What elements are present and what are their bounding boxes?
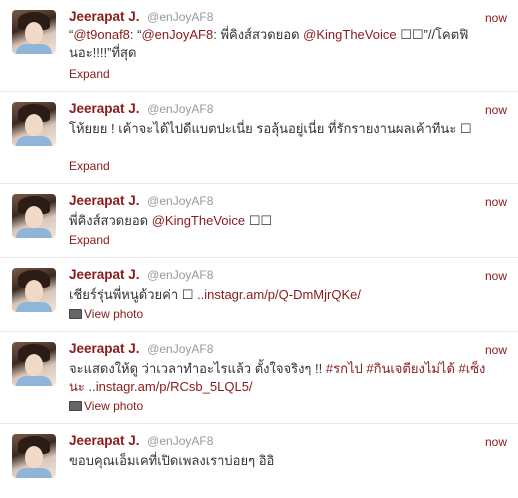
tweet-text: พี่คิงส์สวดยอด @KingTheVoice ☐☐: [69, 213, 273, 228]
author-name[interactable]: Jeerapat J.: [69, 341, 140, 356]
tweet-item[interactable]: Jeerapat J. @enJoyAF8 now เชียร์รุ่นพี่ห…: [0, 258, 518, 332]
author-name[interactable]: Jeerapat J.: [69, 101, 140, 116]
hashtag-link[interactable]: #กินเจตียงไม่ได้: [366, 361, 455, 376]
expand-link[interactable]: Expand: [69, 232, 110, 248]
tweet-timestamp[interactable]: now: [485, 11, 507, 25]
hashtag-link[interactable]: #รกไป: [326, 361, 363, 376]
tweet-text: จะแสดงให้ดู ว่าเวลาทำอะไรแล้ว ตั้งใจจริง…: [69, 361, 486, 394]
author-name[interactable]: Jeerapat J.: [69, 193, 140, 208]
author-name[interactable]: Jeerapat J.: [69, 433, 140, 448]
avatar[interactable]: [12, 342, 56, 386]
instagram-link[interactable]: ..instagr.am/p/Q-DmMjrQKe/: [197, 287, 361, 302]
tweet-timestamp[interactable]: now: [485, 195, 507, 209]
tweet-timestamp[interactable]: now: [485, 103, 507, 117]
tweet-text: ขอบคุณเอ็มเคที่เปิดเพลงเราบ่อยๆ อิอิ: [69, 453, 275, 468]
avatar[interactable]: [12, 102, 56, 146]
tweet-item[interactable]: Jeerapat J. @enJoyAF8 now “@t9onaf8: “@e…: [0, 0, 518, 92]
mention-link[interactable]: @KingTheVoice: [152, 213, 245, 228]
author-handle[interactable]: @enJoyAF8: [147, 102, 213, 116]
author-handle[interactable]: @enJoyAF8: [147, 342, 213, 356]
tweet-timestamp[interactable]: now: [485, 435, 507, 449]
expand-link[interactable]: Expand: [69, 66, 110, 82]
avatar[interactable]: [12, 194, 56, 238]
tweet-item[interactable]: Jeerapat J. @enJoyAF8 now พี่คิงส์สวดยอด…: [0, 184, 518, 258]
mention-link[interactable]: @KingTheVoice: [303, 27, 396, 42]
instagram-link[interactable]: ..instagr.am/p/RCsb_5LQL5/: [89, 379, 253, 394]
author-handle[interactable]: @enJoyAF8: [147, 434, 213, 448]
author-handle[interactable]: @enJoyAF8: [147, 268, 213, 282]
photo-icon: [69, 400, 82, 411]
expand-link[interactable]: Expand: [69, 158, 110, 174]
tweet-item[interactable]: Jeerapat J. @enJoyAF8 now จะแสดงให้ดู ว่…: [0, 332, 518, 424]
tweet-timeline: Jeerapat J. @enJoyAF8 now “@t9onaf8: “@e…: [0, 0, 518, 498]
photo-icon: [69, 308, 82, 319]
tweet-text: “@t9onaf8: “@enJoyAF8: พี่คิงส์สวดยอด @K…: [69, 27, 469, 60]
view-photo-link[interactable]: View photo: [69, 398, 143, 414]
tweet-timestamp[interactable]: now: [485, 269, 507, 283]
tweet-item[interactable]: Jeerapat J. @enJoyAF8 now ขอบคุณเอ็มเคที…: [0, 424, 518, 498]
avatar[interactable]: [12, 268, 56, 312]
author-name[interactable]: Jeerapat J.: [69, 9, 140, 24]
tweet-timestamp[interactable]: now: [485, 343, 507, 357]
author-handle[interactable]: @enJoyAF8: [147, 10, 213, 24]
mention-link[interactable]: @enJoyAF8: [141, 27, 213, 42]
author-name[interactable]: Jeerapat J.: [69, 267, 140, 282]
tweet-text: โห้ยยย ! เค้าจะได้ไปดีแบตปะเนี่ย รอลุ้นอ…: [69, 121, 472, 136]
view-photo-link[interactable]: View photo: [69, 306, 143, 322]
avatar[interactable]: [12, 10, 56, 54]
tweet-text: เชียร์รุ่นพี่หนูด้วยค่า ☐ ..instagr.am/p…: [69, 287, 361, 302]
tweet-item[interactable]: Jeerapat J. @enJoyAF8 now โห้ยยย ! เค้าจ…: [0, 92, 518, 184]
author-handle[interactable]: @enJoyAF8: [147, 194, 213, 208]
avatar[interactable]: [12, 434, 56, 478]
mention-link[interactable]: @t9onaf8: [73, 27, 130, 42]
